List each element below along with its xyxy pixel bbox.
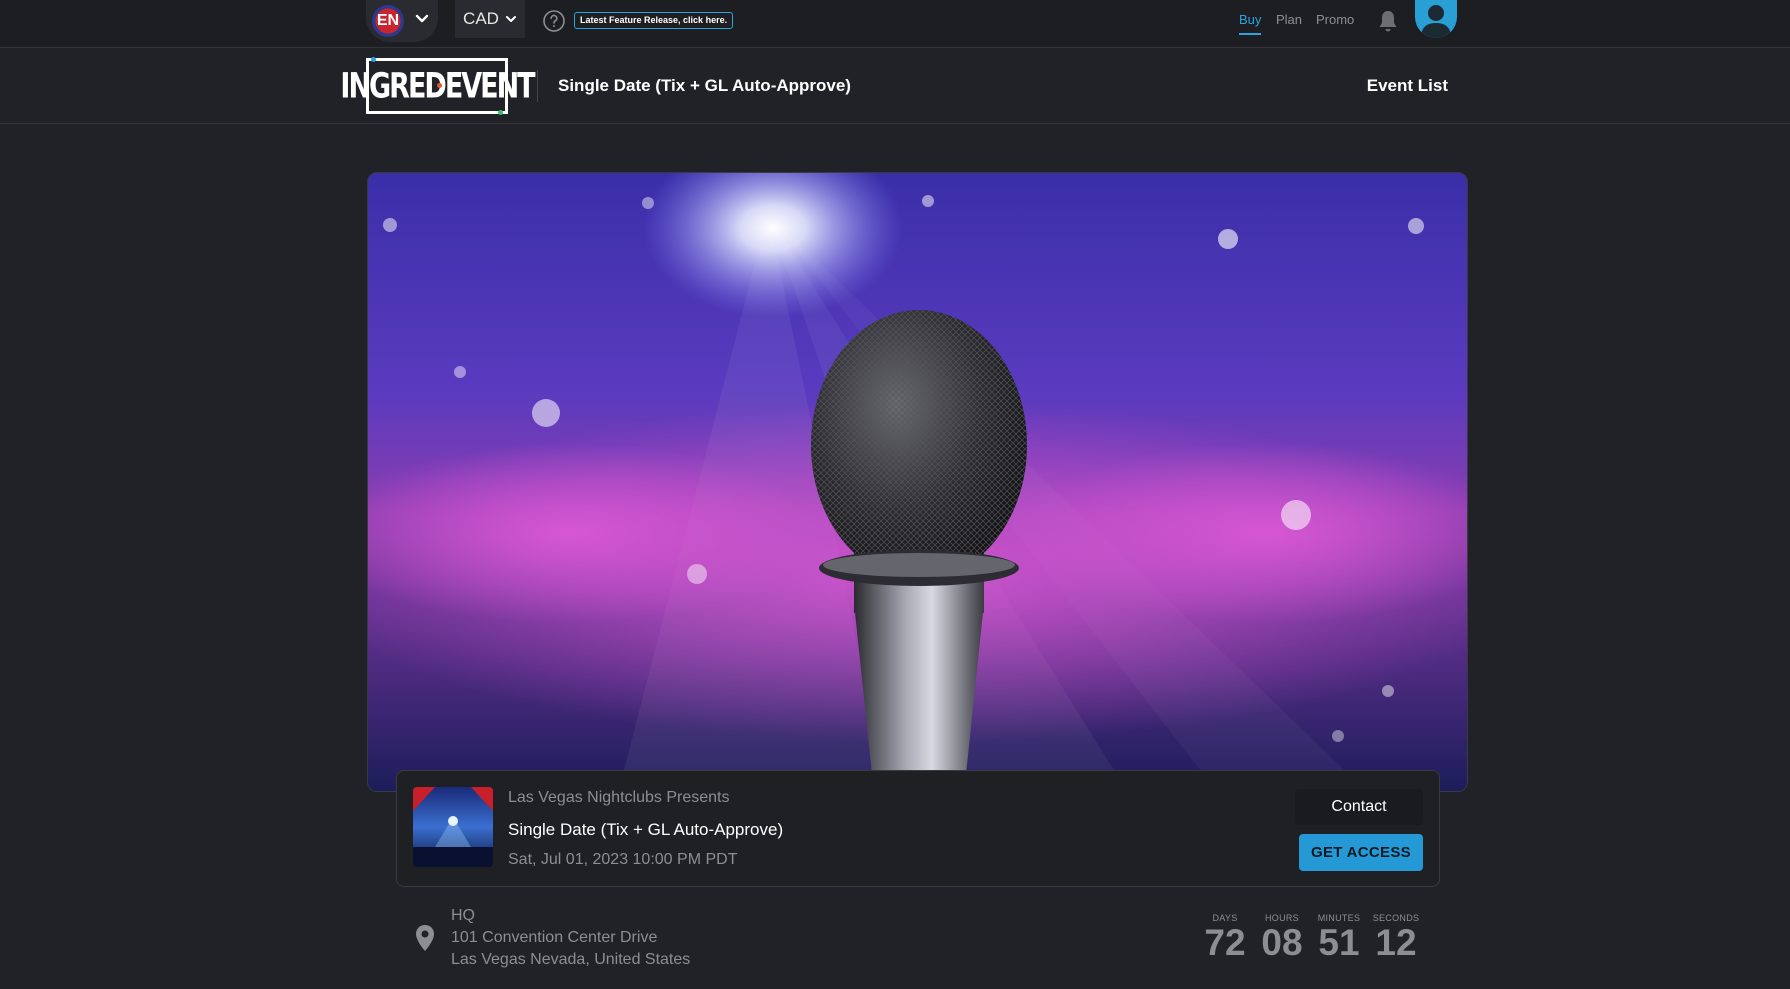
event-title: Single Date (Tix + GL Auto-Approve) <box>508 820 784 839</box>
top-utility-bar: EN CAD Latest Feature Release, click her… <box>0 0 1790 48</box>
help-icon[interactable] <box>542 9 566 33</box>
user-icon <box>1421 5 1451 38</box>
brand-logo[interactable]: INGREDEVENT <box>340 57 536 115</box>
event-thumbnail <box>413 787 493 867</box>
countdown-seconds: SECONDS 12 <box>1372 913 1420 961</box>
logo-dot <box>371 57 376 62</box>
feature-release-button[interactable]: Latest Feature Release, click here. <box>574 12 734 29</box>
event-date: Sat, Jul 01, 2023 10:00 PM PDT <box>508 851 738 868</box>
contact-button[interactable]: Contact <box>1295 789 1423 825</box>
bell-icon[interactable] <box>1376 8 1400 34</box>
get-access-button[interactable]: GET ACCESS <box>1299 834 1423 871</box>
nav-buy[interactable]: Buy <box>1239 12 1262 35</box>
nav-plan[interactable]: Plan <box>1276 12 1302 27</box>
hero-banner-image <box>367 172 1468 792</box>
event-card: Las Vegas Nightclubs Presents Single Dat… <box>396 770 1440 887</box>
language-code: EN <box>376 12 400 29</box>
logo-dot <box>437 83 442 88</box>
countdown-hours-value: 08 <box>1261 922 1303 963</box>
venue-address-line1: 101 Convention Center Drive <box>451 929 658 946</box>
event-presenter: Las Vegas Nightclubs Presents <box>508 789 730 806</box>
venue-address-line2: Las Vegas Nevada, United States <box>451 951 691 968</box>
countdown-hours: HOURS 08 <box>1260 913 1304 961</box>
language-flag: EN <box>372 5 404 37</box>
venue-name: HQ <box>451 907 475 924</box>
countdown-minutes: MINUTES 51 <box>1316 913 1362 961</box>
nav-promo[interactable]: Promo <box>1316 12 1354 27</box>
chevron-down-icon <box>415 14 429 23</box>
header-divider <box>537 70 538 102</box>
currency-label: CAD <box>463 9 499 28</box>
countdown-minutes-value: 51 <box>1318 922 1360 963</box>
header: INGREDEVENT Single Date (Tix + GL Auto-A… <box>0 48 1790 124</box>
currency-selector[interactable]: CAD <box>455 0 525 38</box>
event-list-link[interactable]: Event List <box>1367 76 1448 96</box>
chevron-down-icon <box>505 16 516 22</box>
location-pin-icon <box>416 925 434 951</box>
countdown-days: DAYS 72 <box>1203 913 1247 961</box>
language-selector[interactable]: EN <box>366 0 438 42</box>
countdown-days-value: 72 <box>1204 922 1246 963</box>
logo-dot <box>498 110 503 115</box>
page-title: Single Date (Tix + GL Auto-Approve) <box>558 76 851 95</box>
avatar[interactable] <box>1415 0 1457 38</box>
countdown-seconds-value: 12 <box>1375 922 1417 963</box>
